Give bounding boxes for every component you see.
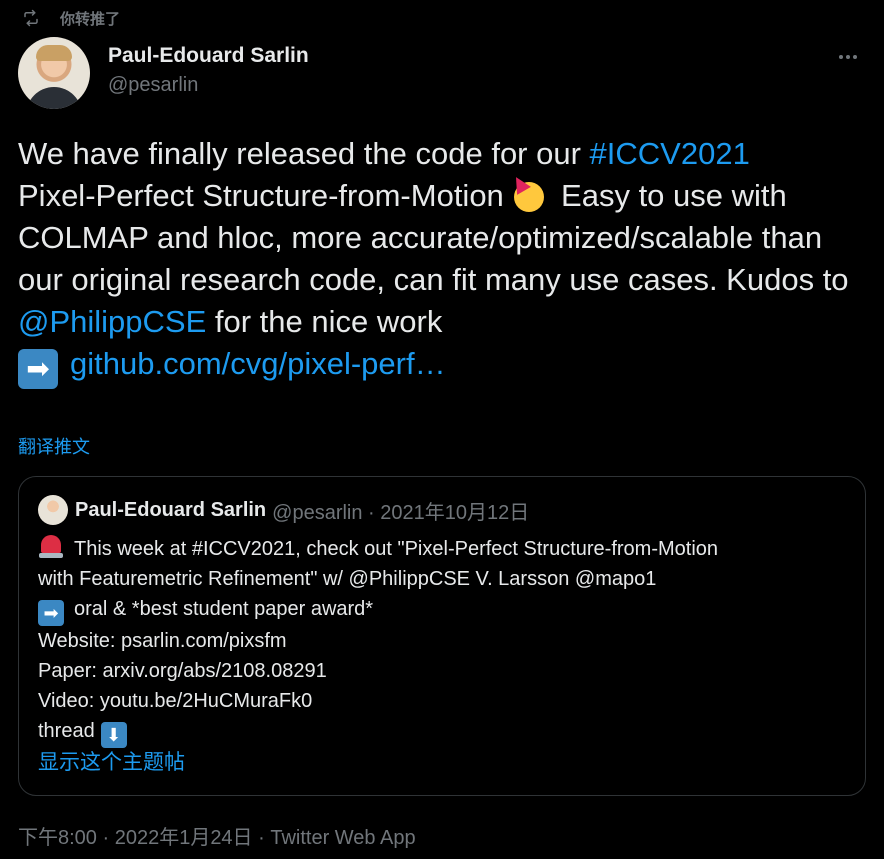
tweet-text-part: Pixel-Perfect Structure-from-Motion xyxy=(18,178,513,213)
mention-link[interactable]: @PhilippCSE xyxy=(18,304,206,339)
quoted-line: Website: psarlin.com/pixsfm xyxy=(38,630,287,652)
translate-tweet-link[interactable]: 翻译推文 xyxy=(18,433,90,459)
tweet-text: We have finally released the code for ou… xyxy=(18,133,868,389)
party-face-emoji-icon xyxy=(509,173,552,212)
author-handle[interactable]: @pesarlin xyxy=(108,70,309,100)
tweet-author: Paul-Edouard Sarlin @pesarlin xyxy=(18,37,866,109)
quoted-line: This week at #ICCV2021, check out "Pixel… xyxy=(74,538,719,560)
down-arrow-emoji-icon: ⬇ xyxy=(100,722,127,748)
tweet-timestamp[interactable]: 下午8:00 · 2022年1月24日 · Twitter Web App xyxy=(18,821,416,850)
quoted-author-meta: @pesarlin · 2021年10月12日 xyxy=(272,501,530,524)
hashtag-link[interactable]: #ICCV2021 xyxy=(590,136,750,171)
show-thread-link[interactable]: 显示这个主题帖 xyxy=(38,746,185,776)
quoted-avatar xyxy=(38,495,68,525)
tweet-text-part: We have finally released the code for ou… xyxy=(18,136,590,171)
quoted-tweet[interactable]: Paul-Edouard Sarlin @pesarlin · 2021年10月… xyxy=(18,476,866,796)
quoted-line: thread xyxy=(38,720,95,742)
quoted-line: Paper: arxiv.org/abs/2108.08291 xyxy=(38,660,327,682)
avatar[interactable] xyxy=(18,37,90,109)
quoted-line: Video: youtu.be/2HuCMuraFk0 xyxy=(38,690,313,712)
right-arrow-emoji-icon: ➡ xyxy=(38,600,64,626)
quoted-author-name: Paul-Edouard Sarlin xyxy=(75,498,267,521)
retweet-label: 你转推了 xyxy=(60,10,121,28)
retweet-icon xyxy=(24,9,38,27)
retweet-indicator[interactable]: 你转推了 xyxy=(22,7,120,29)
more-icon[interactable] xyxy=(830,45,866,69)
quoted-line: oral & *best student paper award* xyxy=(74,598,374,620)
author-name[interactable]: Paul-Edouard Sarlin xyxy=(108,42,309,70)
siren-emoji-icon xyxy=(38,533,64,559)
external-link[interactable]: github.com/cvg/pixel-perf… xyxy=(70,346,446,381)
tweet-text-part: for the nice work xyxy=(206,304,443,339)
quoted-tweet-text: This week at #ICCV2021, check out "Pixel… xyxy=(38,533,838,748)
right-arrow-emoji-icon: ➡ xyxy=(18,349,58,389)
quoted-tweet-header: Paul-Edouard Sarlin @pesarlin · 2021年10月… xyxy=(38,495,529,525)
quoted-line: with Featuremetric Refinement" w/ @Phili… xyxy=(38,568,657,590)
